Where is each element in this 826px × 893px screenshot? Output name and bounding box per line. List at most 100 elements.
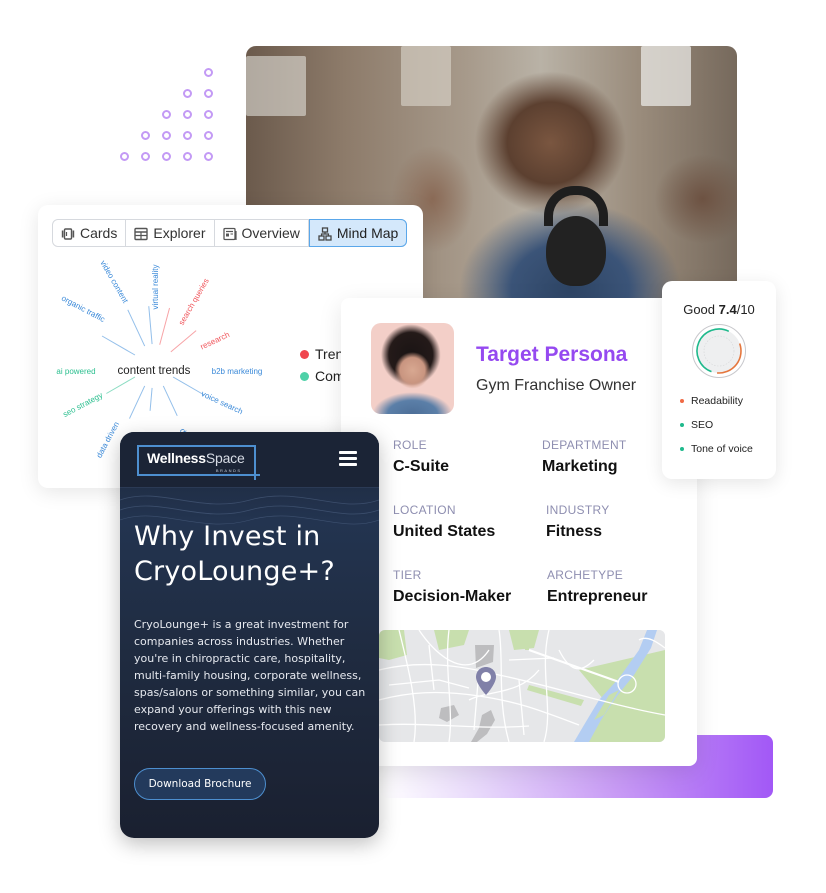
- wellness-space-logo[interactable]: WellnessSpace BRANDS: [137, 445, 260, 480]
- field-value: Entrepreneur: [547, 588, 648, 605]
- decorative-dot: [183, 152, 192, 161]
- mind-map-node[interactable]: virtual reality: [151, 265, 160, 310]
- cards-icon: [61, 227, 75, 240]
- tab-overview[interactable]: Overview: [214, 220, 309, 246]
- field-role: ROLE C-Suite: [393, 438, 449, 476]
- mind-map-node[interactable]: seo strategy: [61, 391, 104, 419]
- legend-label: Tren: [315, 346, 344, 362]
- decorative-dot: [162, 131, 171, 140]
- persona-subtitle: Gym Franchise Owner: [476, 377, 637, 394]
- tab-overview-label: Overview: [241, 225, 300, 241]
- decorative-dot: [183, 131, 192, 140]
- logo-accent-text: Space: [205, 450, 245, 466]
- map-pin-icon[interactable]: [475, 666, 497, 696]
- mind-map-node[interactable]: voice search: [200, 389, 245, 416]
- persona-card: Target Persona Gym Franchise Owner ROLE …: [341, 298, 697, 766]
- field-value: C-Suite: [393, 458, 449, 475]
- persona-avatar: [371, 323, 454, 414]
- decorative-dot: [162, 152, 171, 161]
- tab-explorer[interactable]: Explorer: [126, 220, 215, 246]
- status-dot-icon: [680, 447, 684, 451]
- logo-main-text: Wellness: [147, 450, 206, 466]
- location-map[interactable]: [379, 630, 665, 742]
- tab-mind-map[interactable]: Mind Map: [308, 219, 408, 247]
- mind-map-center-node[interactable]: content trends: [118, 365, 191, 377]
- mind-map-node[interactable]: video content: [98, 259, 130, 305]
- score-criteria-list: Readability SEO Tone of voice: [680, 389, 753, 461]
- logo-cross-mark: [249, 470, 260, 480]
- legend-item: Com: [300, 365, 345, 387]
- field-archetype: ARCHETYPE Entrepreneur: [547, 568, 647, 606]
- mind-map-legend: Tren Com: [300, 343, 345, 387]
- decorative-dot: [141, 152, 150, 161]
- logo-subtext: BRANDS: [215, 468, 242, 473]
- decorative-dot: [120, 152, 129, 161]
- content-score-card: Good 7.4/10 Readability SEO Tone of voic…: [662, 281, 776, 479]
- decorative-dot-pattern: [120, 68, 220, 168]
- tab-explorer-label: Explorer: [153, 225, 206, 241]
- field-department: DEPARTMENT Marketing: [542, 438, 627, 476]
- decorative-dot: [183, 110, 192, 119]
- field-location: LOCATION United States: [393, 503, 495, 541]
- score-item-seo: SEO: [680, 413, 753, 437]
- field-tier: TIER Decision-Maker: [393, 568, 511, 606]
- tab-cards-label: Cards: [80, 225, 118, 241]
- mind-map-node[interactable]: research: [199, 330, 231, 351]
- page-heading: Why Invest in CryoLounge+?: [134, 521, 335, 587]
- tab-cards[interactable]: Cards: [53, 220, 127, 246]
- field-industry: INDUSTRY Fitness: [546, 503, 610, 541]
- mind-map-edge: [106, 376, 136, 394]
- mobile-header: WellnessSpace BRANDS: [120, 432, 379, 488]
- mind-map-edge: [127, 309, 146, 347]
- decorative-dot: [204, 152, 213, 161]
- score-item-label: Tone of voice: [691, 443, 753, 455]
- hamburger-menu-icon[interactable]: [339, 451, 357, 466]
- score-prefix: Good: [683, 302, 719, 317]
- page-body-text: CryoLounge+ is a great investment for co…: [134, 618, 366, 733]
- mind-map-edge: [149, 387, 153, 411]
- mind-map-node[interactable]: ai powered: [56, 367, 95, 376]
- field-value: Decision-Maker: [393, 588, 512, 605]
- field-label: ARCHETYPE: [547, 568, 624, 582]
- overview-icon: [222, 227, 237, 241]
- status-dot-icon: [680, 399, 684, 403]
- score-item-readability: Readability: [680, 389, 753, 413]
- wellness-mobile-page: WellnessSpace BRANDS Why Invest in CryoL…: [120, 432, 379, 838]
- decorative-dot: [162, 110, 171, 119]
- field-label: INDUSTRY: [546, 503, 610, 517]
- mind-map-node[interactable]: search queries: [177, 277, 211, 327]
- field-label: DEPARTMENT: [542, 438, 627, 452]
- decorative-dot: [183, 89, 192, 98]
- decorative-dot: [141, 131, 150, 140]
- score-item-label: SEO: [691, 419, 714, 431]
- mind-map-icon: [318, 227, 332, 241]
- field-label: LOCATION: [393, 503, 456, 517]
- mind-map-node[interactable]: data driven: [95, 420, 122, 459]
- mind-map-edge: [170, 330, 197, 353]
- status-dot-icon: [680, 423, 684, 427]
- legend-dot-icon: [300, 349, 309, 359]
- score-suffix: /10: [736, 302, 755, 317]
- score-value: 7.4: [718, 302, 737, 317]
- decorative-dot: [204, 131, 213, 140]
- score-ring-gauge: [692, 324, 746, 378]
- mind-map-edge: [129, 385, 146, 419]
- score-item-label: Readability: [691, 395, 743, 407]
- field-label: TIER: [393, 568, 422, 582]
- table-icon: [134, 227, 149, 241]
- score-item-tone-of-voice: Tone of voice: [680, 437, 753, 461]
- mind-map-edge: [162, 385, 178, 417]
- mind-map-node[interactable]: organic traffic: [60, 294, 106, 324]
- kettlebell: [546, 216, 606, 286]
- decorative-dot: [204, 89, 213, 98]
- tab-mind-map-label: Mind Map: [336, 225, 399, 241]
- mind-map-edge: [101, 335, 136, 356]
- mind-map-edge: [159, 307, 171, 345]
- mind-map-edge: [148, 306, 153, 345]
- decorative-dot: [204, 110, 213, 119]
- legend-dot-icon: [300, 371, 309, 381]
- decorative-dot: [204, 68, 213, 77]
- mind-map-node[interactable]: b2b marketing: [212, 367, 263, 376]
- score-title: Good 7.4/10: [662, 302, 776, 317]
- download-brochure-button[interactable]: Download Brochure: [134, 768, 266, 800]
